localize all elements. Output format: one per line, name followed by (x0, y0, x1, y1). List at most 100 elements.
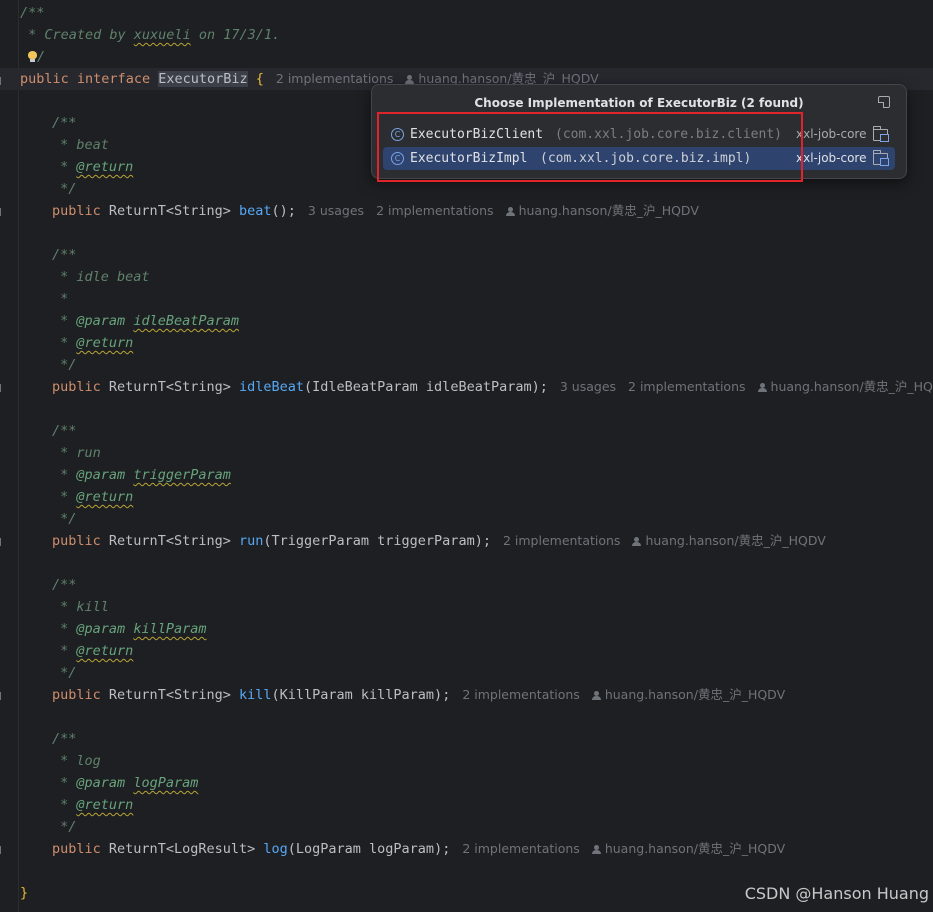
keyword: public (52, 203, 101, 219)
code-line[interactable]: } (20, 882, 28, 904)
author-hint[interactable]: huang.hanson/黄忠_沪_HQDV (519, 203, 699, 218)
gutter-marker[interactable] (0, 538, 5, 546)
gutter-marker[interactable] (0, 846, 5, 854)
author-hint[interactable]: huang.hanson/黄忠_沪_HQDV (605, 841, 785, 856)
comment-text: * beat (52, 137, 109, 153)
implementation-module: xxl-job-core (796, 151, 867, 165)
doc-line[interactable]: * @return (52, 156, 133, 178)
doc-line[interactable]: * @param killParam (52, 618, 206, 640)
doc-line[interactable]: /** (52, 574, 76, 596)
doc-line[interactable]: * @return (52, 486, 133, 508)
comment-text: * log (52, 753, 101, 769)
doc-line[interactable]: * idle beat (52, 266, 150, 288)
comment-text: * (52, 775, 77, 791)
person-icon (591, 845, 601, 854)
doc-line[interactable]: /** (52, 728, 76, 750)
comment-text: * (52, 467, 77, 483)
implementations-hint[interactable]: 2 implementations (376, 203, 493, 218)
person-icon (505, 207, 515, 216)
method-name[interactable]: kill (239, 687, 272, 703)
comment-text: /** (52, 577, 77, 593)
semicolon: ; (482, 533, 491, 549)
author-hint[interactable]: huang.hanson/黄忠_沪_HQDV (645, 533, 825, 548)
doc-line[interactable]: * @return (52, 640, 133, 662)
param-name: triggerParam (133, 467, 231, 483)
doc-line[interactable]: /** (52, 420, 76, 442)
gutter-marker[interactable] (0, 77, 5, 85)
comment-text: */ (52, 181, 77, 197)
doc-line[interactable]: * @param idleBeatParam (52, 310, 239, 332)
comment-text: * (52, 621, 77, 637)
doc-line[interactable]: */ (52, 662, 76, 684)
comment-text: * Created by (20, 27, 134, 43)
method-params: (LogParam logParam) (287, 841, 443, 857)
doc-line[interactable]: */ (52, 508, 76, 530)
gutter-divider (18, 0, 19, 912)
doc-line[interactable]: * kill (52, 596, 109, 618)
method-name[interactable]: beat (239, 203, 272, 219)
open-in-tool-window-icon[interactable] (878, 96, 890, 108)
method-name[interactable]: run (239, 533, 263, 549)
doc-line[interactable]: * @return (52, 794, 133, 816)
doc-line[interactable]: */ (52, 816, 76, 838)
keyword: public (52, 841, 101, 857)
method-name[interactable]: log (263, 841, 287, 857)
comment-text: * (52, 291, 69, 307)
method-declaration[interactable]: public ReturnT<String> beat(); 3 usages 2 … (52, 200, 699, 222)
code-line[interactable]: /** (20, 2, 44, 24)
return-tag: @return (76, 159, 134, 175)
implementations-hint[interactable]: 2 implementations (462, 841, 579, 856)
usages-hint[interactable]: 3 usages (308, 203, 364, 218)
method-declaration[interactable]: public ReturnT<LogResult> log(LogParam l… (52, 838, 785, 860)
doc-line[interactable]: * log (52, 750, 101, 772)
comment-text: * (52, 643, 77, 659)
doc-line[interactable]: * @param triggerParam (52, 464, 231, 486)
comment-text: * kill (52, 599, 109, 615)
doc-line[interactable]: * run (52, 442, 101, 464)
keyword: public (52, 533, 101, 549)
module-folder-icon (873, 126, 889, 142)
interface-name[interactable]: ExecutorBiz (158, 71, 248, 87)
implementations-hint[interactable]: 2 implementations (462, 687, 579, 702)
doc-line[interactable]: /** (52, 112, 76, 134)
light-bulb-icon[interactable] (28, 51, 37, 62)
doc-line[interactable]: * (52, 288, 68, 310)
implementations-hint[interactable]: 2 implementations (503, 533, 620, 548)
doc-line[interactable]: */ (52, 178, 76, 200)
semicolon: ; (442, 841, 451, 857)
method-declaration[interactable]: public ReturnT<String> run(TriggerParam … (52, 530, 826, 552)
method-params: (TriggerParam triggerParam) (263, 533, 483, 549)
doc-line[interactable]: * beat (52, 134, 109, 156)
keyword: public (20, 71, 69, 87)
return-type: ReturnT<LogResult> (108, 841, 256, 857)
doc-line[interactable]: * @param logParam (52, 772, 198, 794)
comment-text: */ (52, 819, 77, 835)
return-tag: @return (76, 335, 134, 351)
comment-text: /** (52, 423, 77, 439)
comment-text: /** (52, 731, 77, 747)
param-name: logParam (133, 775, 199, 791)
code-line[interactable]: / (28, 46, 45, 68)
comment-text: * idle beat (52, 269, 150, 285)
gutter-marker[interactable] (0, 208, 5, 216)
method-name[interactable]: idleBeat (239, 379, 304, 395)
method-params: (KillParam killParam) (271, 687, 443, 703)
doc-line[interactable]: * @return (52, 332, 133, 354)
doc-line[interactable]: /** (52, 244, 76, 266)
return-type: ReturnT<String> (108, 379, 231, 395)
comment-text: * (52, 797, 77, 813)
semicolon: ; (442, 687, 451, 703)
method-declaration[interactable]: public ReturnT<String> kill(KillParam ki… (52, 684, 785, 706)
author-hint[interactable]: huang.hanson/黄忠_沪_HQDV (605, 687, 785, 702)
comment-text: */ (52, 511, 77, 527)
gutter-marker[interactable] (0, 384, 5, 392)
implementations-hint[interactable]: 2 implementations (628, 379, 745, 394)
usages-hint[interactable]: 3 usages (560, 379, 616, 394)
brace: { (255, 71, 264, 87)
author-hint[interactable]: huang.hanson/黄忠_沪_HQDV (771, 379, 933, 394)
return-type: ReturnT<String> (108, 533, 231, 549)
code-line[interactable]: * Created by xuxueli on 17/3/1. (20, 24, 280, 46)
gutter-marker[interactable] (0, 692, 5, 700)
doc-line[interactable]: */ (52, 354, 76, 376)
method-declaration[interactable]: public ReturnT<String> idleBeat(IdleBeat… (52, 376, 933, 398)
